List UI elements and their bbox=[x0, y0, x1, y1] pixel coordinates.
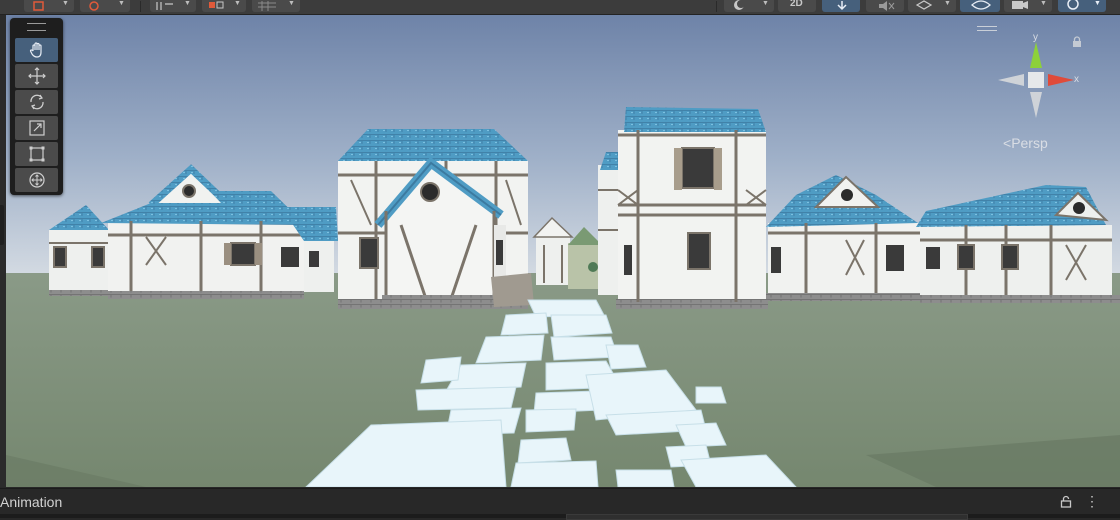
shading-mode-dropdown[interactable]: ▼ bbox=[724, 0, 774, 12]
lock-icon[interactable] bbox=[1072, 36, 1082, 48]
grid-dropdown[interactable]: ▼ bbox=[252, 0, 300, 12]
rotate-tool-button[interactable] bbox=[15, 90, 58, 114]
chevron-down-icon: ▼ bbox=[762, 0, 769, 7]
chevron-down-icon: ▼ bbox=[184, 0, 191, 7]
effects-dropdown[interactable]: ▼ bbox=[908, 0, 956, 12]
house-center-right-tall bbox=[616, 107, 768, 309]
scene-tools-overlay bbox=[10, 18, 63, 195]
chevron-down-icon: ▼ bbox=[234, 0, 241, 7]
scale-icon bbox=[28, 120, 45, 136]
scene-render bbox=[6, 15, 1120, 487]
lighting-icon bbox=[837, 1, 847, 11]
transform-icon bbox=[28, 172, 45, 188]
view-2d-toggle[interactable]: 2D bbox=[778, 0, 816, 12]
grid-snap-icon bbox=[209, 1, 224, 9]
gizmo-center-cube bbox=[1028, 72, 1044, 88]
chevron-down-icon: ▼ bbox=[1094, 0, 1101, 7]
move-tool-button[interactable] bbox=[15, 64, 58, 88]
scene-visibility-toggle[interactable] bbox=[960, 0, 1000, 12]
layers-icon bbox=[915, 0, 933, 10]
visibility-icon bbox=[971, 0, 991, 10]
chevron-down-icon: ▼ bbox=[288, 0, 295, 7]
gizmo-x-axis bbox=[1048, 74, 1074, 86]
toolbar-separator bbox=[140, 1, 141, 12]
audio-icon bbox=[879, 1, 895, 11]
chevron-down-icon: ▼ bbox=[1040, 0, 1047, 7]
lock-icon[interactable] bbox=[1060, 495, 1072, 508]
rotate-icon bbox=[29, 94, 44, 110]
dock-resize-handle[interactable] bbox=[0, 205, 4, 245]
gizmo-y-axis bbox=[1030, 42, 1042, 68]
panel-title[interactable]: Animation bbox=[0, 494, 62, 510]
chevron-left-icon: < bbox=[1003, 135, 1012, 151]
scene-toolbar: ▼ ▼ ▼ ▼ ▼ ▼ 2D ▼ ▼ ▼ bbox=[0, 0, 1120, 15]
overlay-drag-handle[interactable] bbox=[27, 23, 46, 31]
grid-snap-dropdown[interactable]: ▼ bbox=[202, 0, 246, 12]
rect-icon bbox=[29, 146, 44, 162]
animation-panel-header: Animation ⋮ bbox=[0, 488, 1120, 515]
gizmos-icon bbox=[1067, 0, 1079, 10]
gizmo-x-label: x bbox=[1074, 74, 1079, 85]
gizmo-overlay-dropdown[interactable]: ▼ bbox=[80, 0, 130, 12]
rect-tool-button[interactable] bbox=[15, 142, 58, 166]
gizmo-drag-handle[interactable] bbox=[977, 26, 997, 31]
gizmo-neg-x-axis bbox=[998, 74, 1024, 86]
toolbar-separator bbox=[716, 1, 717, 12]
lighting-toggle[interactable] bbox=[822, 0, 860, 12]
scale-tool-button[interactable] bbox=[15, 116, 58, 140]
audio-toggle[interactable] bbox=[866, 0, 904, 12]
snap-dropdown[interactable]: ▼ bbox=[150, 0, 196, 12]
animation-clip-field[interactable] bbox=[566, 514, 968, 520]
draw-mode-dropdown[interactable]: ▼ bbox=[24, 0, 74, 12]
hand-tool-button[interactable] bbox=[15, 38, 58, 62]
chevron-down-icon: ▼ bbox=[62, 0, 69, 7]
camera-dropdown[interactable]: ▼ bbox=[1004, 0, 1052, 12]
gizmo-overlay-icon bbox=[89, 1, 99, 11]
chevron-down-icon: ▼ bbox=[118, 0, 125, 7]
kebab-menu-icon[interactable]: ⋮ bbox=[1085, 494, 1099, 508]
move-icon bbox=[27, 67, 46, 85]
draw-mode-icon bbox=[33, 1, 44, 11]
shading-icon bbox=[734, 0, 745, 10]
snap-icon bbox=[156, 2, 173, 10]
chevron-down-icon: ▼ bbox=[944, 0, 951, 7]
hand-icon bbox=[29, 42, 42, 58]
gizmo-neg-y-axis bbox=[1030, 92, 1042, 118]
animation-toolbar bbox=[0, 514, 1120, 520]
gizmo-y-label: y bbox=[1033, 32, 1038, 43]
scene-viewport[interactable] bbox=[6, 15, 1120, 487]
camera-icon bbox=[1012, 1, 1028, 9]
projection-toggle[interactable]: <Persp bbox=[1003, 135, 1048, 151]
projection-label: Persp bbox=[1011, 135, 1048, 151]
view-2d-label: 2D bbox=[790, 0, 803, 9]
grid-icon bbox=[258, 1, 276, 11]
gizmos-dropdown[interactable]: ▼ bbox=[1058, 0, 1106, 12]
transform-tool-button[interactable] bbox=[15, 168, 58, 192]
